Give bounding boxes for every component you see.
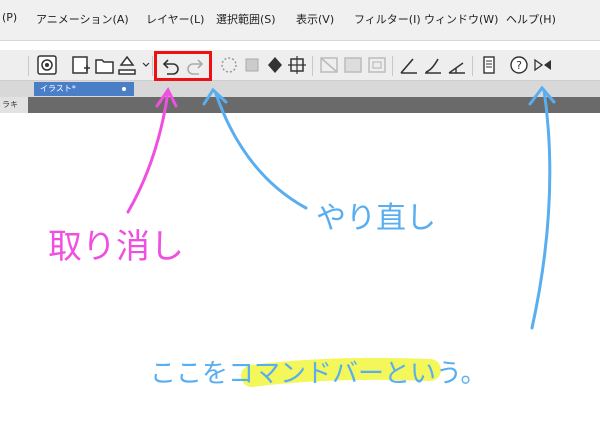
blue-arrow-redo (202, 87, 308, 210)
blue-arrow-commandbar (528, 85, 556, 330)
undo-annotation-text: 取り消し (48, 227, 184, 267)
command-bar-annotation-text: ここをコマンドバーという。 (150, 359, 486, 389)
redo-annotation-text: やり直し (316, 201, 436, 236)
pink-arrow (126, 87, 178, 214)
annotation-layer: 取り消し やり直し ここをコマンドバーという。 (48, 85, 556, 389)
